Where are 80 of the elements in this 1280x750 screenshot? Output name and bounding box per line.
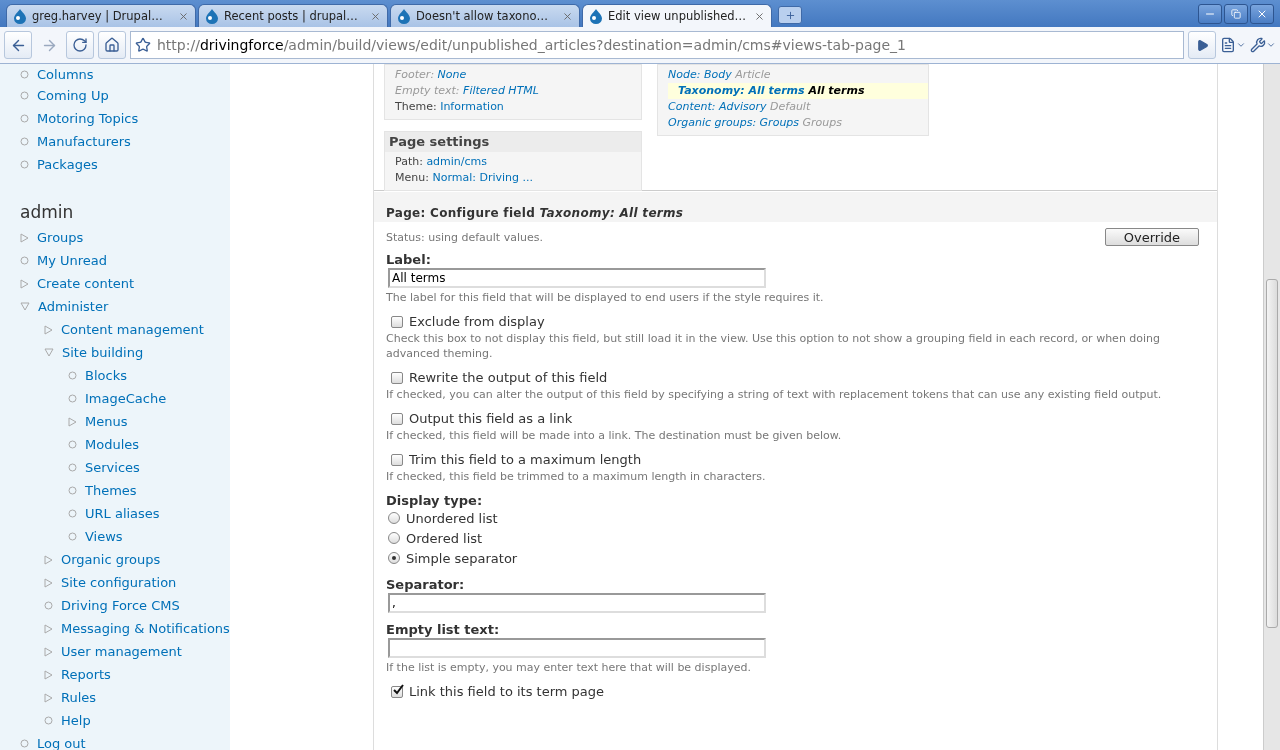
help-text: The label for this field that will be displayed to end users if the style requires it. xyxy=(386,290,825,305)
sidebar-link[interactable]: Views xyxy=(85,529,123,544)
sidebar-link[interactable]: Menus xyxy=(85,414,128,429)
sidebar-link[interactable]: Messaging & Notifications xyxy=(61,621,230,636)
sidebar-link[interactable]: Reports xyxy=(61,667,111,682)
sidebar-link[interactable]: Organic groups xyxy=(61,552,161,567)
override-button[interactable]: Override xyxy=(1104,228,1199,246)
sidebar-link[interactable]: Themes xyxy=(85,483,137,498)
setting-link[interactable]: admin/cms xyxy=(426,155,488,168)
sidebar-link[interactable]: Columns xyxy=(37,66,94,82)
field-row[interactable]: Node: Body Article xyxy=(668,67,918,83)
setting-link[interactable]: Information xyxy=(440,100,504,113)
help-text: Check this box to not display this field, but still load it in the view. Use this option to not show a grouping field in each record, or when doing advanced theming. xyxy=(386,331,1162,361)
help-text: If the list is empty, you may enter text here that will be displayed. xyxy=(386,660,752,675)
setting-label: Menu: xyxy=(395,171,429,184)
field-link[interactable]: Content: Advisory xyxy=(668,100,767,113)
field-label: Label: xyxy=(386,252,432,267)
field-link[interactable]: Taxonomy: All terms xyxy=(678,84,805,97)
sidebar-link[interactable]: Help xyxy=(61,713,91,728)
checkbox-label: Output this field as a link xyxy=(409,411,573,426)
sidebar-link[interactable]: URL aliases xyxy=(85,506,160,521)
field-label: Empty list text: xyxy=(386,622,501,637)
sidebar-link[interactable]: Motoring Topics xyxy=(37,111,139,126)
field-label-text: All terms xyxy=(808,84,865,97)
sidebar-link[interactable]: Coming Up xyxy=(37,88,109,103)
checkbox-label: Link this field to its term page xyxy=(409,684,605,699)
sidebar-link[interactable]: My Unread xyxy=(37,253,108,268)
field-label-text: Article xyxy=(735,68,771,81)
help-text: If checked, you can alter the output of this field by specifying a string of text with replacement tokens that can use any existing field output. xyxy=(386,387,1163,402)
sidebar-link[interactable]: Administer xyxy=(38,299,109,314)
address-bar[interactable]: http://drivingforce/admin/build/views/edit/unpublished_articles?destination=admin/cms#views-tab-page_1 xyxy=(130,31,1184,59)
status-text: Status: using default values. xyxy=(386,230,543,244)
sidebar-link[interactable]: Content management xyxy=(61,322,204,337)
sidebar-link[interactable]: Packages xyxy=(37,157,98,172)
setting-label: Empty text: xyxy=(395,84,460,97)
setting-label: Path: xyxy=(395,155,423,168)
sidebar-link[interactable]: User management xyxy=(61,644,182,659)
browser-tab[interactable]: Edit view unpublished… xyxy=(582,4,772,27)
text-input[interactable]: , xyxy=(388,593,766,613)
field-row[interactable]: Organic groups: Groups Groups xyxy=(668,115,918,131)
sidebar-link[interactable]: Site building xyxy=(62,345,144,360)
browser-tab[interactable]: Recent posts | drupal… xyxy=(198,4,388,27)
browser-tab[interactable]: greg.harvey | Drupal… xyxy=(6,4,196,27)
field-link[interactable]: Node: Body xyxy=(668,68,732,81)
checkbox-label: Trim this field to a maximum length xyxy=(409,452,642,467)
setting-label: Theme: xyxy=(395,100,437,113)
sidebar-heading: admin xyxy=(20,202,75,222)
radio-label: Simple separator xyxy=(406,550,518,566)
help-text: If checked, this field will be made into a link. The destination must be given below. xyxy=(386,428,843,443)
browser-tab[interactable]: Doesn't allow taxono… xyxy=(390,4,580,27)
help-text: If checked, this field be trimmed to a maximum length in characters. xyxy=(386,469,767,484)
sidebar-link[interactable]: Modules xyxy=(85,437,140,452)
field-label-text: Groups xyxy=(802,116,843,129)
radio-label: Ordered list xyxy=(406,530,483,546)
field-link[interactable]: Organic groups: Groups xyxy=(668,116,800,129)
field-label: Display type: xyxy=(386,493,484,508)
sidebar-link[interactable]: Rules xyxy=(61,690,97,705)
configure-heading: Page: Configure field Taxonomy: All terms xyxy=(374,192,1217,222)
field-label-text: Default xyxy=(770,100,811,113)
radio-label: Unordered list xyxy=(406,510,498,526)
setting-label: Footer: xyxy=(395,68,435,81)
field-label: Separator: xyxy=(386,577,466,592)
setting-link[interactable]: Normal: Driving ... xyxy=(432,171,533,184)
text-input[interactable]: All terms xyxy=(388,268,766,288)
box-heading: Page settings xyxy=(385,132,641,152)
checkbox-label: Exclude from display xyxy=(409,314,545,329)
sidebar-link[interactable]: ImageCache xyxy=(85,391,167,406)
sidebar-link[interactable]: Create content xyxy=(37,276,135,291)
field-row[interactable]: Taxonomy: All terms All terms xyxy=(668,83,928,99)
sidebar-link[interactable]: Manufacturers xyxy=(37,134,131,149)
sidebar-link[interactable]: Site configuration xyxy=(61,575,177,590)
sidebar-link[interactable]: Driving Force CMS xyxy=(61,598,180,613)
field-row[interactable]: Content: Advisory Default xyxy=(668,99,918,115)
checkbox-label: Rewrite the output of this field xyxy=(409,370,608,385)
sidebar-link[interactable]: Log out xyxy=(37,736,86,750)
sidebar-link[interactable]: Blocks xyxy=(85,368,127,383)
sidebar-link[interactable]: Services xyxy=(85,460,140,475)
sidebar-link[interactable]: Groups xyxy=(37,230,84,245)
setting-link[interactable]: Filtered HTML xyxy=(463,84,539,97)
setting-link[interactable]: None xyxy=(437,68,467,81)
